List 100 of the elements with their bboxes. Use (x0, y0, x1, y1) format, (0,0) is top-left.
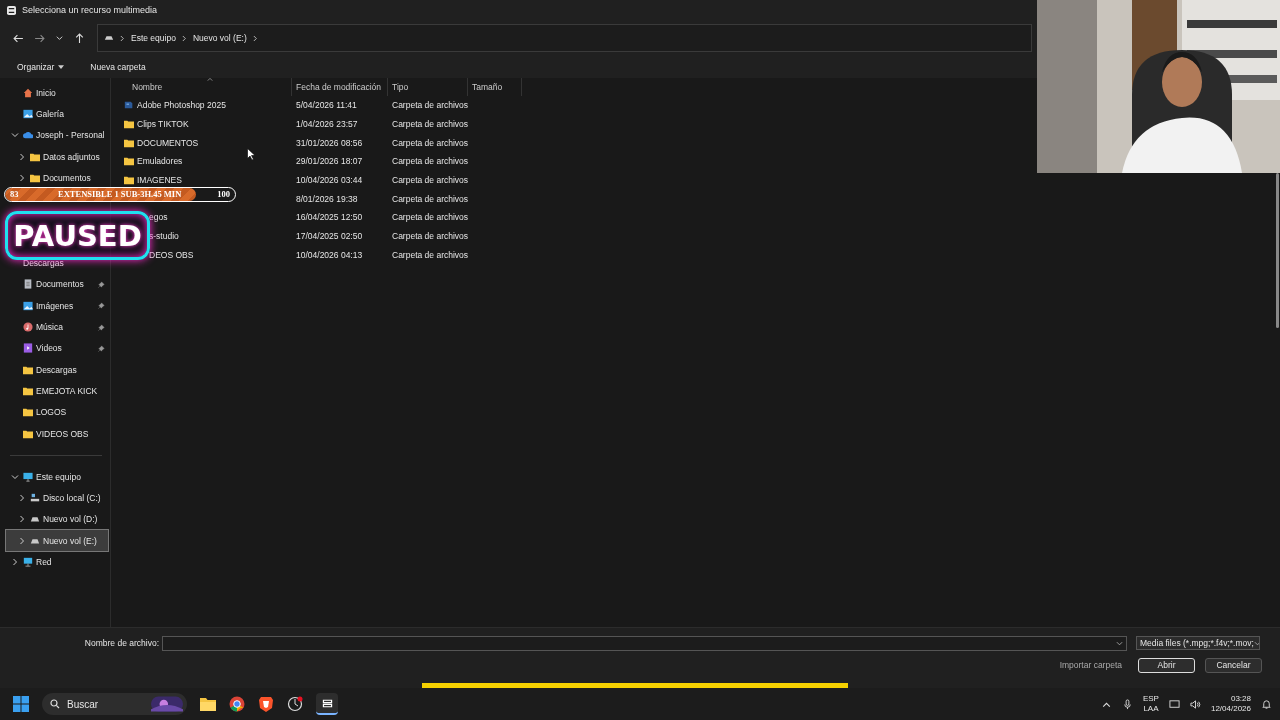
chevron-right-icon[interactable] (18, 515, 26, 524)
date-cell-text: 1/04/2026 23:57 (295, 119, 359, 130)
sort-caret-icon (207, 78, 213, 81)
language-indicator[interactable]: ESP LAA (1142, 694, 1159, 714)
app-icon (7, 5, 16, 15)
sidebar-item[interactable]: Joseph - Personal (6, 124, 108, 146)
column-header[interactable]: Nombre (111, 78, 292, 96)
file-name[interactable]: DEOS OBS (149, 249, 194, 260)
folder-icon[interactable] (200, 696, 216, 712)
filename-field[interactable] (162, 635, 1127, 651)
sidebar-item[interactable]: Galería (6, 103, 108, 125)
pin-icon[interactable] (98, 323, 105, 331)
file-name[interactable]: Emuladores (137, 156, 183, 167)
music-icon (23, 322, 33, 332)
chevron-right-icon[interactable] (18, 536, 26, 545)
sidebar-item[interactable]: Videos (6, 337, 108, 359)
sidebar-item[interactable]: EMEJOTA KICK (6, 380, 108, 402)
clock[interactable]: 03:28 12/04/2026 (1210, 694, 1251, 714)
chevron-right-icon[interactable] (18, 152, 26, 161)
sidebar-item[interactable]: Documentos (6, 167, 108, 189)
chevron-right-icon (181, 34, 187, 42)
chevron-down-icon[interactable] (11, 131, 19, 140)
new-folder-button[interactable]: Nueva carpeta (85, 59, 151, 75)
sidebar-item[interactable]: Descargas (6, 358, 108, 381)
back-icon[interactable] (13, 32, 24, 44)
import-folder-button[interactable]: Importar carpeta (1059, 660, 1122, 670)
folder-icon (23, 428, 33, 439)
sidebar-item[interactable]: Inicio (6, 82, 108, 104)
column-header[interactable]: Tipo (388, 78, 468, 96)
chevron-down-icon[interactable] (11, 472, 19, 481)
folder-icon (124, 175, 134, 186)
sidebar-item[interactable]: Nuevo vol (E:) (6, 530, 108, 552)
date-cell-text: 10/04/2026 03:44 (295, 175, 364, 186)
chevron-down-icon[interactable] (1116, 639, 1123, 647)
address-bar[interactable]: Este equipo Nuevo vol (E:) (97, 24, 1032, 52)
pin-icon[interactable] (98, 302, 105, 310)
date-cell-text: 10/04/2026 04:13 (295, 249, 364, 260)
column-header[interactable]: Tamaño (468, 78, 522, 96)
cancel-button[interactable]: Cancelar (1205, 657, 1262, 673)
drive-icon (30, 514, 40, 525)
file-name[interactable]: Adobe Photoshop 2025 (137, 100, 226, 111)
type-cell-text: Carpeta de archivos (391, 212, 468, 223)
sidebar-item[interactable]: Red (6, 551, 108, 573)
folder-icon (30, 151, 40, 162)
type-cell-text: Carpeta de archivos (391, 156, 468, 167)
sidebar-item[interactable]: VIDEOS OBS (6, 422, 108, 445)
sidebar-item[interactable]: Música (6, 316, 108, 338)
folder-icon (124, 156, 134, 167)
type-cell-text: Carpeta de archivos (391, 119, 468, 130)
windows-start-icon[interactable] (13, 696, 29, 712)
sidebar-item[interactable]: Nuevo vol (D:) (6, 508, 108, 531)
browser-icon[interactable] (229, 696, 245, 712)
scrollbar[interactable] (1276, 173, 1279, 328)
file-name[interactable]: IMAGENES (137, 175, 182, 186)
file-name[interactable]: Clips TIKTOK (137, 119, 189, 130)
notification-icon[interactable] (1261, 698, 1272, 710)
monitor-icon[interactable] (1168, 698, 1180, 710)
shield-icon[interactable] (258, 696, 274, 712)
breadcrumb[interactable]: Nuevo vol (E:) (192, 33, 247, 43)
breadcrumb[interactable]: Este equipo (131, 33, 176, 43)
pin-icon[interactable] (98, 344, 105, 352)
date-cell-text: 8/01/2026 19:38 (295, 193, 359, 204)
sidebar-item[interactable]: Disco local (C:) (6, 487, 108, 509)
file-name[interactable]: DOCUMENTOS (137, 137, 199, 148)
up-icon[interactable] (74, 32, 85, 44)
sidebar-item[interactable]: LOGOS (6, 401, 108, 423)
volume-icon[interactable] (1189, 698, 1201, 710)
sidebar-item[interactable]: Imágenes (6, 295, 108, 317)
taskbar-search[interactable]: Buscar (42, 693, 187, 715)
folder-icon (124, 119, 134, 130)
video-icon (23, 343, 33, 354)
sidebar-item[interactable]: Datos adjuntos (6, 145, 108, 168)
forward-icon[interactable] (34, 32, 45, 44)
drive-icon (30, 493, 40, 504)
open-button[interactable]: Abrir (1138, 657, 1195, 673)
column-header[interactable]: Fecha de modificación (292, 78, 388, 96)
search-icon (50, 699, 60, 709)
file-type-dropdown[interactable]: Media files (*.mpg;*.f4v;*.mov; (1136, 636, 1260, 650)
file-name[interactable]: egos (149, 212, 168, 223)
app-icon[interactable] (287, 696, 303, 712)
chevron-right-icon[interactable] (11, 558, 19, 566)
folder-icon (23, 385, 33, 396)
chevron-down-icon (1253, 639, 1259, 647)
folder-icon (23, 364, 33, 375)
monitor-icon (23, 471, 33, 482)
chevron-right-icon[interactable] (18, 494, 26, 503)
document-icon (23, 279, 33, 290)
microphone-icon[interactable] (1121, 698, 1133, 710)
taskbar-app-active[interactable] (316, 693, 338, 715)
file-name[interactable]: s-studio (149, 231, 179, 242)
filename-label: Nombre de archivo: (83, 638, 160, 648)
sidebar-item[interactable]: Este equipo (6, 466, 108, 488)
organize-button[interactable]: Organizar (12, 59, 70, 75)
sidebar-item[interactable]: Documentos (6, 273, 108, 296)
pin-icon[interactable] (98, 280, 105, 288)
chevron-right-icon[interactable] (18, 173, 26, 182)
type-cell-text: Carpeta de archivos (391, 193, 468, 204)
type-cell-text: Carpeta de archivos (391, 231, 468, 242)
goal-label: EXTENSIBLE 1 SUB-3H.45 MIN (58, 189, 182, 199)
chevron-right-icon (252, 34, 258, 42)
